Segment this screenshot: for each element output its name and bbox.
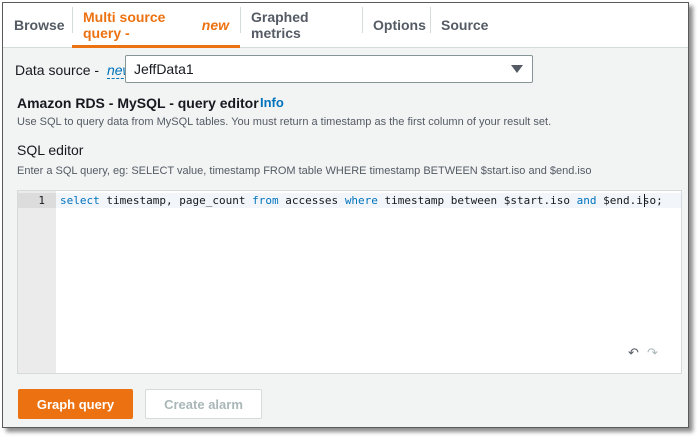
sql-editor-label: SQL editor — [17, 142, 84, 158]
sql-text: timestamp between $start.iso — [377, 194, 577, 207]
tab-options-label: Options — [373, 17, 426, 33]
sql-code-line[interactable]: select timestamp, page_count from access… — [60, 193, 663, 208]
tab-bar: Browse Multi source query - new Graphed … — [3, 3, 688, 48]
tab-new-badge: new — [201, 17, 229, 33]
sql-code-editor[interactable]: 1 select timestamp, page_count from acce… — [17, 190, 682, 374]
sql-keyword: select — [60, 194, 100, 207]
tab-graphed-metrics[interactable]: Graphed metrics — [240, 3, 362, 47]
sql-text: $end.iso; — [596, 194, 663, 207]
data-source-label: Data source - new — [15, 62, 133, 79]
sql-text: timestamp, page_count — [99, 194, 253, 207]
query-panel: Data source - new JeffData1 Amazon RDS -… — [3, 48, 688, 427]
tab-multi-source-label: Multi source query - — [83, 9, 166, 41]
graph-query-button[interactable]: Graph query — [18, 389, 133, 419]
tab-multi-source-query[interactable]: Multi source query - new — [72, 3, 240, 47]
redo-icon[interactable]: ↷ — [647, 345, 658, 361]
sql-keyword: and — [576, 194, 597, 207]
sql-editor-hint: Enter a SQL query, eg: SELECT value, tim… — [17, 165, 592, 177]
window-frame: Browse Multi source query - new Graphed … — [2, 2, 689, 428]
create-alarm-button[interactable]: Create alarm — [145, 389, 262, 419]
undo-icon[interactable]: ↶ — [628, 345, 639, 361]
data-source-label-text: Data source - — [15, 62, 103, 78]
data-source-selected-value: JeffData1 — [134, 61, 194, 77]
tab-browse[interactable]: Browse — [3, 3, 72, 47]
line-number-gutter — [18, 191, 56, 373]
caret-down-icon — [511, 65, 523, 73]
tab-graphed-metrics-label: Graphed metrics — [251, 9, 309, 41]
editor-title: Amazon RDS - MySQL - query editor — [17, 95, 259, 111]
sql-keyword: from — [252, 194, 279, 207]
line-number: 1 — [38, 194, 45, 207]
data-source-select[interactable]: JeffData1 — [125, 55, 533, 83]
tab-source-label: Source — [441, 17, 489, 33]
tab-browse-label: Browse — [14, 17, 65, 33]
editor-description: Use SQL to query data from MySQL tables.… — [17, 116, 552, 128]
info-link[interactable]: Info — [260, 95, 284, 110]
tab-options[interactable]: Options — [362, 3, 430, 47]
sql-text: accesses — [278, 194, 345, 207]
text-cursor — [644, 194, 645, 207]
tab-source[interactable]: Source — [430, 3, 495, 47]
sql-keyword: where — [344, 194, 378, 207]
